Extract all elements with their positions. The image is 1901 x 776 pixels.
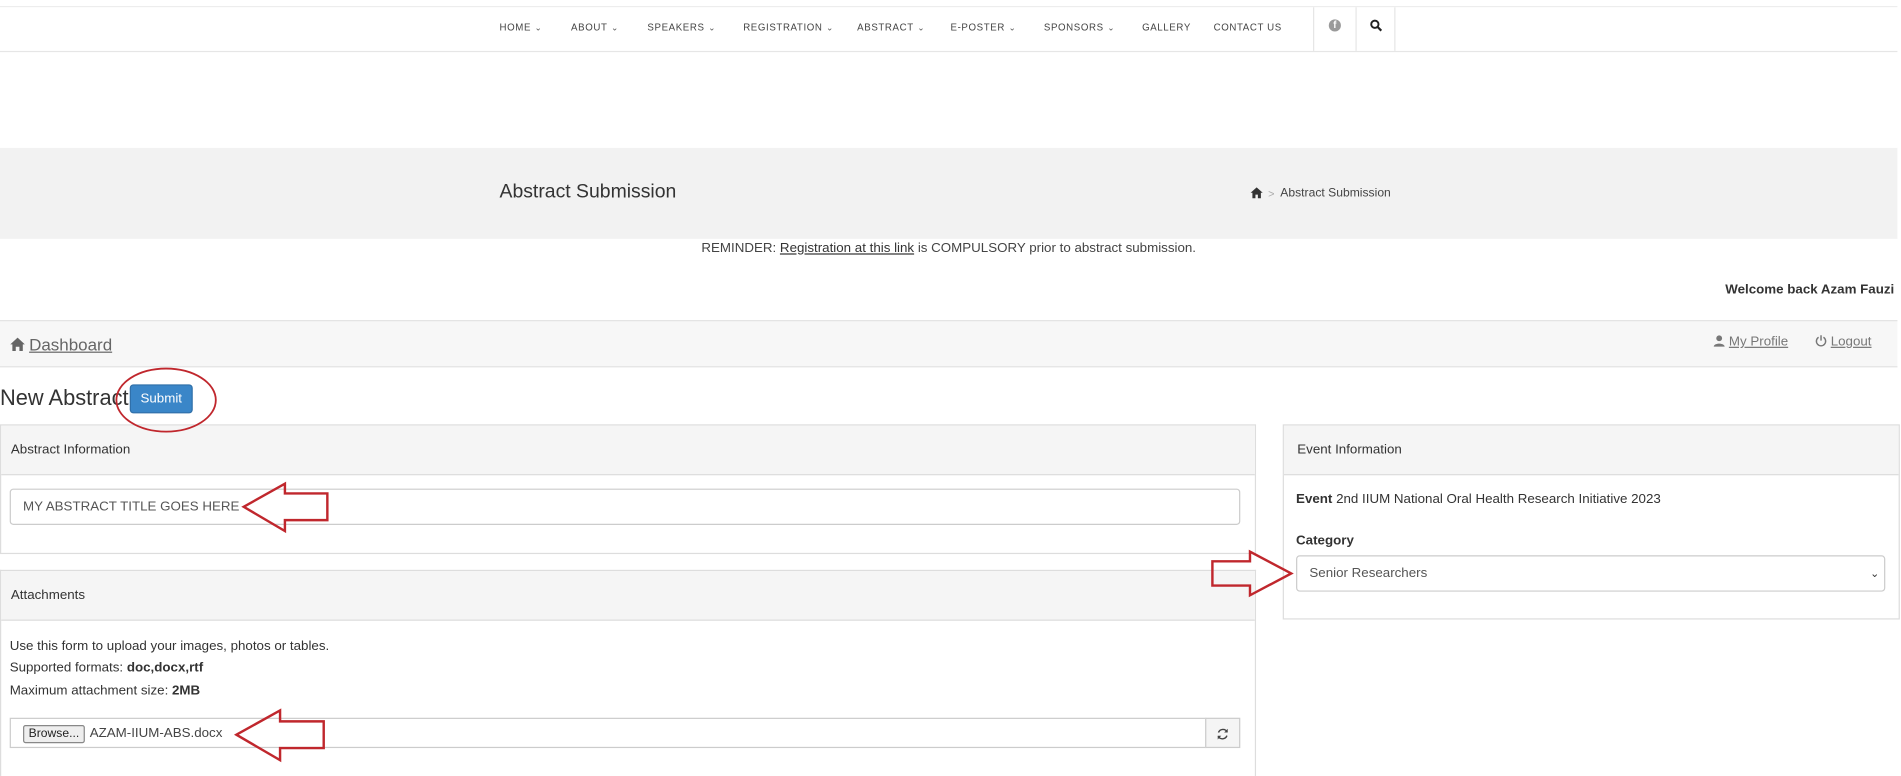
category-arrow-annotation: [1211, 549, 1294, 598]
file-arrow-annotation: [233, 708, 325, 763]
submit-highlight-circle: [115, 367, 217, 433]
title-arrow-annotation: [241, 481, 329, 534]
annotation-overlay: [115, 367, 1294, 763]
